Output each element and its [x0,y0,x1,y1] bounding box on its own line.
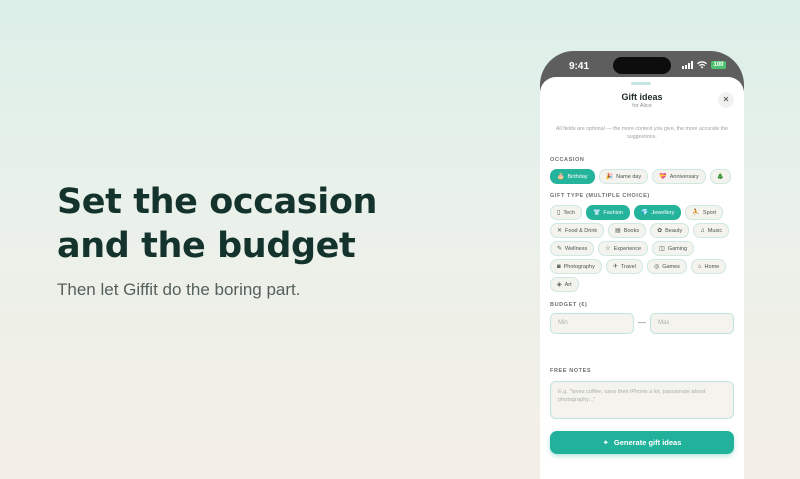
heart-gift-icon: 💝 [659,174,667,180]
chip-occasion-name-day[interactable]: 🎉 Name day [598,169,649,184]
chip-label: Jewellery [651,209,675,216]
budget-separator: — [638,318,646,327]
generate-gift-ideas-button[interactable]: ✦ Generate gift ideas [550,431,734,454]
chip-beauty[interactable]: ✿ Beauty [650,223,690,238]
chip-label: Photography [563,263,595,270]
chip-games[interactable]: ◎ Games [646,259,687,274]
chip-label: Art [564,281,572,288]
battery-icon: 100 [711,61,726,69]
party-icon: 🎉 [605,174,614,180]
home-icon: ⌂ [697,263,702,270]
hero-subtitle: Then let Giffit do the boring part. [57,280,301,299]
plane-icon: ✈ [612,264,618,270]
sheet-subtitle: for Alice [632,103,652,109]
chip-label: Music [707,227,723,234]
sparkle-icon: ✦ [602,438,609,447]
chip-occasion-christmas[interactable]: 🎄 [709,169,732,184]
leaf-icon: ✎ [557,246,563,252]
notes-label: FREE NOTES [550,368,592,374]
chip-label: Games [662,263,680,270]
chip-food-drink[interactable]: ✕ Food & Drink [550,223,605,238]
chip-label: Food & Drink [565,227,598,234]
star-icon: ☆ [605,246,611,252]
chip-label: Birthday [567,173,588,180]
phone-mockup: 9:41 100 Gift ideas for Alice ✕ All fiel… [540,51,744,479]
hero-headline: Set the occasion and the budget [57,180,437,268]
hero-headline-line2: and the budget [57,226,356,266]
wifi-icon [697,61,707,69]
occasion-label: OCCASION [550,157,585,163]
phone-icon: ▯ [557,210,561,216]
chip-tech[interactable]: ▯ Tech [550,205,582,220]
controller-icon: ◫ [659,246,665,252]
sheet-handle[interactable] [631,82,651,85]
gift-type-row-3: ✎ Wellness ☆ Experience ◫ Gaming [550,241,695,256]
gift-type-label: GIFT TYPE (MULTIPLE CHOICE) [550,193,650,199]
chip-label: Home [704,263,720,270]
budget-min-input[interactable]: Min [550,313,634,334]
gift-type-row-1: ▯ Tech 👕 Fashion 💎 Jewellery ⛹ Sport [550,205,724,220]
notes-textarea[interactable]: E.g. "loves coffee, uses their iPhone a … [550,381,734,419]
budget-label: BUDGET (€) [550,302,588,308]
chip-experience[interactable]: ☆ Experience [598,241,649,256]
chip-label: Gaming [667,245,688,252]
book-icon: ▤ [615,228,621,234]
chip-travel[interactable]: ✈ Travel [605,259,643,274]
status-icons: 100 [682,61,726,69]
chip-label: Beauty [665,227,683,234]
chip-label: Books [623,227,640,234]
dynamic-island [613,57,671,74]
occasion-chips: 🎂 Birthday 🎉 Name day 💝 Anniversary 🎄 [550,169,732,184]
flower-icon: ✿ [657,228,663,234]
chip-wellness[interactable]: ✎ Wellness [550,241,595,256]
chip-music[interactable]: ♫ Music [693,223,730,238]
tree-icon: 🎄 [716,174,725,180]
chip-jewellery[interactable]: 💎 Jewellery [634,205,682,220]
cake-icon: 🎂 [557,174,565,180]
camera-icon: ◙ [557,263,561,270]
music-icon: ♫ [700,227,705,234]
gift-ideas-sheet: Gift ideas for Alice ✕ All fields are op… [540,77,744,479]
chip-occasion-birthday[interactable]: 🎂 Birthday [550,169,595,184]
gem-icon: 💎 [641,210,649,216]
shirt-icon: 👕 [592,210,601,216]
budget-max-input[interactable]: Max [650,313,734,334]
sport-icon: ⛹ [692,210,700,216]
chip-label: Anniversary [669,173,699,180]
generate-button-label: Generate gift ideas [613,438,682,447]
chip-photography[interactable]: ◙ Photography [550,259,602,274]
cutlery-icon: ✕ [557,228,563,234]
hero-section: Set the occasion and the budget Then let… [57,180,437,300]
chip-label: Experience [613,245,642,252]
chip-gaming[interactable]: ◫ Gaming [652,241,695,256]
gift-type-row-5: ◈ Art [550,277,579,292]
close-button[interactable]: ✕ [718,92,734,108]
sheet-title: Gift ideas [621,92,663,102]
signal-icon [682,61,693,69]
chip-sport[interactable]: ⛹ Sport [685,205,724,220]
chip-books[interactable]: ▤ Books [608,223,647,238]
chip-label: Name day [616,173,642,180]
hero-headline-line1: Set the occasion [57,182,377,222]
chip-art[interactable]: ◈ Art [550,277,579,292]
palette-icon: ◈ [557,282,562,288]
chip-label: Travel [620,263,636,270]
status-bar: 9:41 100 [540,51,744,77]
chip-fashion[interactable]: 👕 Fashion [585,205,630,220]
chip-occasion-anniversary[interactable]: 💝 Anniversary [652,169,706,184]
chip-label: Wellness [565,245,588,252]
intro-text: All fields are optional — the more conte… [555,126,729,140]
chip-label: Fashion [603,209,623,216]
chip-home[interactable]: ⌂ Home [690,259,727,274]
chip-label: Tech [563,209,575,216]
dice-icon: ◎ [653,264,660,270]
gift-type-row-2: ✕ Food & Drink ▤ Books ✿ Beauty ♫ Music [550,223,730,238]
gift-type-row-4: ◙ Photography ✈ Travel ◎ Games ⌂ Home [550,259,727,274]
status-time: 9:41 [569,61,590,72]
chip-label: Sport [702,209,717,216]
